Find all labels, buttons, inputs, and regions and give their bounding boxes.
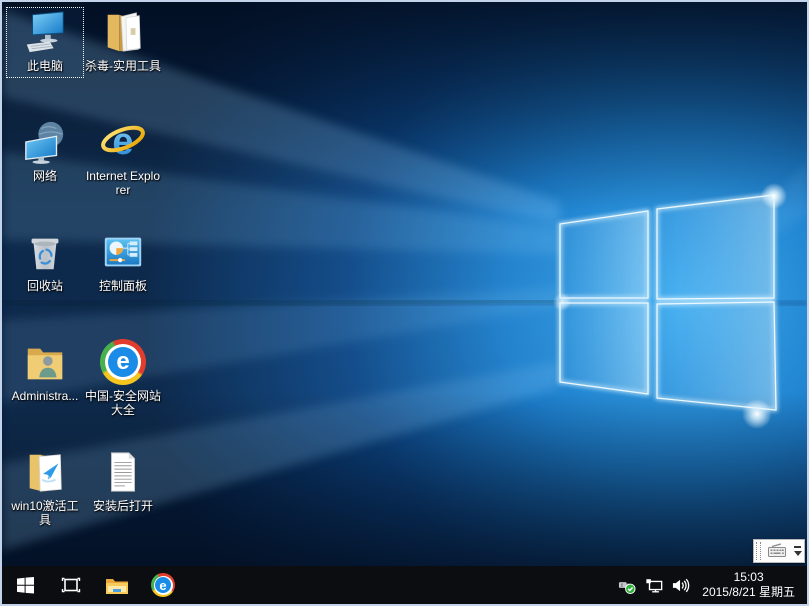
blue-e-ring-icon: e xyxy=(151,573,175,597)
screen: 此电脑 杀毒-实用工具 xyxy=(0,0,809,606)
desktop-icon-internet-explorer[interactable]: e Internet Explorer xyxy=(84,118,162,198)
desktop-icon-china-security-sites[interactable]: e 中国-安全网站大全 xyxy=(84,338,162,418)
control-panel-icon xyxy=(99,228,147,276)
language-bar[interactable] xyxy=(753,539,805,563)
clock[interactable]: 15:03 2015/8/21 星期五 xyxy=(699,570,798,600)
system-tray: 15:03 2015/8/21 星期五 xyxy=(618,566,807,604)
browser-button[interactable]: e xyxy=(140,566,186,604)
desktop-icon-control-panel[interactable]: 控制面板 xyxy=(84,228,162,293)
network-globe-icon xyxy=(21,118,69,166)
keyboard-icon[interactable] xyxy=(762,543,791,559)
windows-logo-icon xyxy=(17,577,34,594)
desktop-icon-label: win10激活工具 xyxy=(7,499,83,528)
desktop-icon-this-pc[interactable]: 此电脑 xyxy=(6,8,84,73)
browser-e-glyph: e xyxy=(155,577,171,593)
desktop-icon-open-after-install[interactable]: 安装后打开 xyxy=(84,448,162,513)
recycle-bin-icon xyxy=(21,228,69,276)
open-folder-icon xyxy=(99,8,147,56)
folder-icon xyxy=(105,576,129,595)
drag-handle[interactable] xyxy=(756,542,761,560)
this-pc-icon xyxy=(21,8,69,56)
desktop-icon-label: 此电脑 xyxy=(27,59,63,73)
desktop-icon-network[interactable]: 网络 xyxy=(6,118,84,183)
task-view-button[interactable] xyxy=(48,566,94,604)
taskbar: e xyxy=(2,566,807,604)
desktop-icon-recycle-bin[interactable]: 回收站 xyxy=(6,228,84,293)
volume-icon[interactable] xyxy=(672,576,690,594)
desktop-icon-administrator[interactable]: Administra... xyxy=(6,338,84,403)
desktop-icon-label: 杀毒-实用工具 xyxy=(85,59,161,73)
network-wired-icon[interactable] xyxy=(645,576,663,594)
desktop[interactable]: 此电脑 杀毒-实用工具 xyxy=(2,2,807,566)
options-arrow-icon[interactable] xyxy=(794,551,802,556)
desktop-icon-label: Administra... xyxy=(12,389,79,403)
desktop-icon-label: 中国-安全网站大全 xyxy=(85,389,161,418)
start-button[interactable] xyxy=(2,566,48,604)
desktop-icon-antivirus-utils[interactable]: 杀毒-实用工具 xyxy=(84,8,162,73)
desktop-icon-win10-activation-tool[interactable]: win10激活工具 xyxy=(6,448,84,528)
tray-date: 2015/8/21 星期五 xyxy=(702,585,795,600)
desktop-icon-label: 控制面板 xyxy=(99,279,147,293)
desktop-icon-label: Internet Explorer xyxy=(85,169,161,198)
tray-time: 15:03 xyxy=(702,570,795,585)
desktop-icon-label: 网络 xyxy=(33,169,57,183)
blue-e-ring-icon: e xyxy=(99,338,147,386)
desktop-icon-label: 回收站 xyxy=(27,279,63,293)
text-document-icon xyxy=(99,448,147,496)
folder-paper-plane-icon xyxy=(21,448,69,496)
minimize-icon[interactable] xyxy=(794,546,801,548)
internet-explorer-icon: e xyxy=(99,118,147,166)
browser-e-glyph: e xyxy=(108,347,138,377)
task-view-icon xyxy=(60,577,82,593)
user-folder-icon xyxy=(21,338,69,386)
file-explorer-button[interactable] xyxy=(94,566,140,604)
usb-safely-remove-icon[interactable] xyxy=(618,576,636,594)
desktop-icon-label: 安装后打开 xyxy=(93,499,153,513)
